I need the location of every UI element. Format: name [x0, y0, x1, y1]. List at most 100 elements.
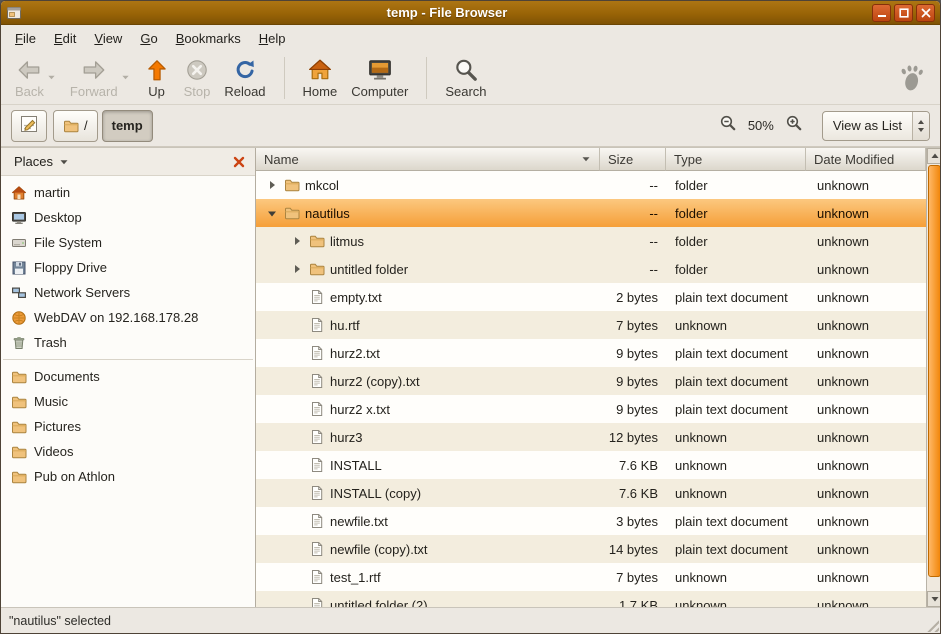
folder-icon: [284, 205, 300, 221]
menu-help[interactable]: Help: [251, 27, 294, 50]
toolbar: BackForwardUpStopReloadHomeComputerSearc…: [9, 51, 493, 104]
sidebar-item-pictures[interactable]: Pictures: [1, 414, 255, 439]
table-row-hurz2-x-txt[interactable]: hurz2 x.txt9 bytesplain text documentunk…: [256, 395, 926, 423]
edit-location-button[interactable]: [11, 110, 47, 142]
up-icon: [144, 57, 170, 83]
table-row-untitled-folder-2[interactable]: untitled folder (2)1.7 KBunknownunknown: [256, 591, 926, 607]
column-header-date-modified[interactable]: Date Modified: [806, 148, 926, 171]
table-row-empty-txt[interactable]: empty.txt2 bytesplain text documentunkno…: [256, 283, 926, 311]
sidebar-item-videos[interactable]: Videos: [1, 439, 255, 464]
sidebar-separator: [3, 359, 253, 360]
column-header-label: Size: [608, 152, 633, 167]
scrollbar-thumb[interactable]: [928, 165, 940, 577]
places-dropdown-button[interactable]: Places: [7, 151, 76, 172]
date-cell: unknown: [806, 199, 926, 227]
table-row-hurz3[interactable]: hurz312 bytesunknownunknown: [256, 423, 926, 451]
webdav-icon: [11, 310, 27, 326]
zoom-in-button[interactable]: [782, 114, 806, 138]
menu-view[interactable]: View: [86, 27, 130, 50]
home-button[interactable]: Home: [297, 55, 344, 101]
sidebar-item-file-system[interactable]: File System: [1, 230, 255, 255]
column-header-size[interactable]: Size: [600, 148, 666, 171]
table-row-untitled-folder[interactable]: untitled folder--folderunknown: [256, 255, 926, 283]
close-button[interactable]: [916, 4, 935, 22]
table-row-install-copy[interactable]: INSTALL (copy)7.6 KBunknownunknown: [256, 479, 926, 507]
file-icon: [309, 569, 325, 585]
table-row-install[interactable]: INSTALL7.6 KBunknownunknown: [256, 451, 926, 479]
sidebar-item-webdav-on-192-168-178-28[interactable]: WebDAV on 192.168.178.28: [1, 305, 255, 330]
path-button-[interactable]: /: [53, 110, 98, 142]
resize-grip[interactable]: [924, 617, 939, 632]
menu-file[interactable]: File: [7, 27, 44, 50]
location-bar: /temp 50% View as List: [1, 105, 940, 147]
file-icon: [309, 485, 325, 501]
type-cell: plain text document: [666, 283, 806, 311]
table-row-newfile-txt[interactable]: newfile.txt3 bytesplain text documentunk…: [256, 507, 926, 535]
sidebar-item-network-servers[interactable]: Network Servers: [1, 280, 255, 305]
menu-go[interactable]: Go: [132, 27, 165, 50]
menu-bookmarks[interactable]: Bookmarks: [168, 27, 249, 50]
column-header-name[interactable]: Name: [256, 148, 600, 171]
view-as-combobox[interactable]: View as List: [822, 111, 930, 141]
date-cell: unknown: [806, 507, 926, 535]
expander-collapsed-icon[interactable]: [289, 235, 304, 247]
spinner-arrows-icon[interactable]: [912, 112, 929, 140]
file-icon: [309, 457, 325, 473]
zoom-out-button[interactable]: [716, 114, 740, 138]
name-cell: hurz2.txt: [256, 339, 600, 367]
sidebar-item-floppy-drive[interactable]: Floppy Drive: [1, 255, 255, 280]
sidebar-item-desktop[interactable]: Desktop: [1, 205, 255, 230]
sidebar-item-martin[interactable]: martin: [1, 180, 255, 205]
vertical-scrollbar[interactable]: [926, 148, 940, 607]
type-cell: plain text document: [666, 339, 806, 367]
type-cell: unknown: [666, 563, 806, 591]
size-cell: --: [600, 171, 666, 199]
table-row-newfile-copy-txt[interactable]: newfile (copy).txt14 bytesplain text doc…: [256, 535, 926, 563]
date-cell: unknown: [806, 395, 926, 423]
search-button[interactable]: Search: [439, 55, 492, 101]
table-row-mkcol[interactable]: mkcol--folderunknown: [256, 171, 926, 199]
type-cell: folder: [666, 199, 806, 227]
expander-collapsed-icon[interactable]: [289, 263, 304, 275]
name-cell: hurz2 x.txt: [256, 395, 600, 423]
scroll-up-button[interactable]: [927, 148, 940, 164]
trash-icon: [11, 335, 27, 351]
up-button[interactable]: Up: [138, 55, 176, 101]
minimize-button[interactable]: [872, 4, 891, 22]
maximize-button[interactable]: [894, 4, 913, 22]
table-row-hu-rtf[interactable]: hu.rtf7 bytesunknownunknown: [256, 311, 926, 339]
dropdown-icon: [121, 73, 130, 82]
maximize-icon: [898, 7, 910, 19]
scroll-down-button[interactable]: [927, 591, 940, 607]
gnome-logo-icon: [896, 63, 926, 93]
sidebar-item-documents[interactable]: Documents: [1, 364, 255, 389]
menu-edit[interactable]: Edit: [46, 27, 84, 50]
sidebar-item-trash[interactable]: Trash: [1, 330, 255, 355]
forward-button: Forward: [64, 55, 136, 101]
table-row-hurz2-copy-txt[interactable]: hurz2 (copy).txt9 bytesplain text docume…: [256, 367, 926, 395]
titlebar[interactable]: temp - File Browser: [1, 1, 940, 25]
reload-button[interactable]: Reload: [218, 55, 271, 101]
expander-expanded-icon[interactable]: [264, 207, 279, 219]
table-row-nautilus[interactable]: nautilus--folderunknown: [256, 199, 926, 227]
sidebar-item-pub-on-athlon[interactable]: Pub on Athlon: [1, 464, 255, 489]
file-area: Name Size TypeDate Modified mkcol--folderu…: [256, 148, 940, 607]
type-cell: unknown: [666, 311, 806, 339]
file-icon: [309, 429, 325, 445]
table-row-test-1-rtf[interactable]: test_1.rtf7 bytesunknownunknown: [256, 563, 926, 591]
file-icon: [309, 317, 325, 333]
column-header-type[interactable]: Type: [666, 148, 806, 171]
computer-button[interactable]: Computer: [345, 55, 414, 101]
table-row-litmus[interactable]: litmus--folderunknown: [256, 227, 926, 255]
sidebar-item-label: Music: [34, 394, 68, 409]
date-cell: unknown: [806, 451, 926, 479]
path-button-temp[interactable]: temp: [102, 110, 153, 142]
file-icon: [309, 541, 325, 557]
name-cell: hu.rtf: [256, 311, 600, 339]
size-cell: 14 bytes: [600, 535, 666, 563]
table-row-hurz2-txt[interactable]: hurz2.txt9 bytesplain text documentunkno…: [256, 339, 926, 367]
size-cell: 7 bytes: [600, 311, 666, 339]
sidebar-item-music[interactable]: Music: [1, 389, 255, 414]
sidebar-close-button[interactable]: [229, 152, 249, 172]
expander-collapsed-icon[interactable]: [264, 179, 279, 191]
